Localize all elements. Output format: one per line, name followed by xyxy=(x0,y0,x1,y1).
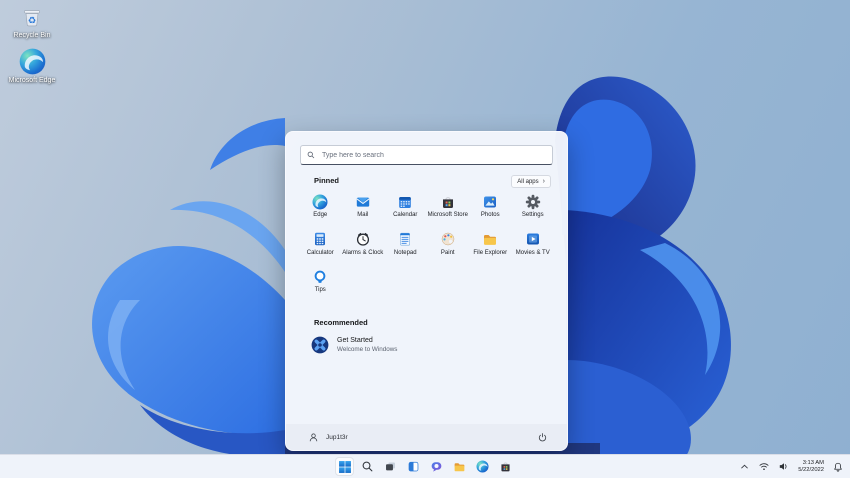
pinned-app-label: Microsoft Store xyxy=(427,212,468,218)
taskbar-center-icons xyxy=(335,455,515,478)
mail-icon xyxy=(355,193,371,210)
power-button[interactable] xyxy=(534,429,551,446)
speaker-icon xyxy=(780,463,787,470)
notepad-icon xyxy=(397,231,413,248)
search-icon xyxy=(362,461,373,472)
pinned-app-label: Calculator xyxy=(306,249,334,256)
recommended-heading: Recommended xyxy=(314,318,368,327)
recycle-bin-icon: ♻ xyxy=(20,6,44,30)
get-started-icon xyxy=(311,336,329,354)
start-button[interactable] xyxy=(335,457,354,476)
store-icon xyxy=(501,462,510,472)
pinned-app-label: File Explorer xyxy=(473,249,508,256)
power-icon xyxy=(538,432,547,441)
photos-icon xyxy=(482,193,498,210)
pinned-app-label: Alarms & Clock xyxy=(342,249,384,256)
tray-overflow-button[interactable] xyxy=(736,457,753,476)
widgets-icon xyxy=(408,461,419,472)
volume-button[interactable] xyxy=(775,457,793,476)
wifi-icon xyxy=(759,463,769,471)
chat-button[interactable] xyxy=(427,457,446,476)
file-explorer-button[interactable] xyxy=(450,457,469,476)
edge-button[interactable] xyxy=(473,457,492,476)
desktop: ♻ Recycle Bin Microsoft Edge Type here t… xyxy=(0,0,850,478)
pinned-app-file-explorer[interactable]: File Explorer xyxy=(469,228,512,266)
pinned-app-tips[interactable]: Tips xyxy=(299,265,342,303)
pinned-heading: Pinned xyxy=(314,176,340,185)
pinned-app-movies-tv[interactable]: Movies & TV xyxy=(512,228,555,266)
system-tray: 3:13 AM 5/22/2022 xyxy=(736,455,847,478)
pinned-app-settings[interactable]: Settings xyxy=(512,190,555,228)
task-view-icon xyxy=(386,462,395,471)
pinned-app-alarms-clock[interactable]: Alarms & Clock xyxy=(342,228,385,266)
pinned-app-mail[interactable]: Mail xyxy=(342,190,385,228)
taskbar: 3:13 AM 5/22/2022 xyxy=(0,454,850,478)
calculator-icon xyxy=(312,231,328,248)
recommended-item-title: Get Started xyxy=(337,337,373,345)
pinned-app-label: Notepad xyxy=(393,249,417,256)
movies-tv-icon xyxy=(525,231,541,248)
search-icon xyxy=(307,151,315,159)
recommended-item-get-started[interactable]: Get Started Welcome to Windows xyxy=(308,332,511,358)
clock-icon xyxy=(355,231,371,248)
microsoft-store-button[interactable] xyxy=(496,457,515,476)
pinned-app-label: Calendar xyxy=(393,212,418,218)
lightbulb-icon xyxy=(312,268,328,285)
all-apps-button[interactable]: All apps › xyxy=(511,175,551,188)
windows-start-icon xyxy=(338,460,351,473)
desktop-icon-label: Recycle Bin xyxy=(13,32,51,39)
pinned-app-calendar[interactable]: Calendar xyxy=(384,190,427,228)
user-avatar-icon xyxy=(308,432,319,443)
pinned-app-label: Paint xyxy=(440,249,455,256)
pinned-app-paint[interactable]: Paint xyxy=(427,228,470,266)
user-name: Jup1t3r xyxy=(326,433,348,441)
pinned-app-label: Edge xyxy=(313,212,328,218)
task-view-button[interactable] xyxy=(381,457,400,476)
desktop-icon-label: Microsoft Edge xyxy=(8,77,56,84)
pinned-app-edge[interactable]: Edge xyxy=(299,190,342,228)
taskbar-search-button[interactable] xyxy=(358,457,377,476)
chevron-up-icon xyxy=(741,464,749,469)
desktop-icon-microsoft-edge[interactable]: Microsoft Edge xyxy=(2,48,62,85)
tray-time: 3:13 AM xyxy=(802,459,824,466)
user-account-button[interactable]: Jup1t3r xyxy=(302,429,354,446)
pinned-app-label: Photos xyxy=(480,212,500,218)
desktop-icon-recycle-bin[interactable]: ♻ Recycle Bin xyxy=(2,6,62,40)
start-menu-footer: Jup1t3r xyxy=(286,424,567,450)
search-input[interactable] xyxy=(320,150,546,160)
edge-icon xyxy=(19,48,46,75)
widgets-button[interactable] xyxy=(404,457,423,476)
tray-date: 5/22/2022 xyxy=(798,466,824,473)
pinned-apps-grid: Edge Mail Calendar Microsoft Store Photo… xyxy=(299,190,554,303)
edge-icon xyxy=(312,193,328,210)
chevron-right-icon: › xyxy=(542,178,545,185)
edge-icon xyxy=(476,460,489,473)
all-apps-label: All apps xyxy=(517,178,539,185)
pinned-app-calculator[interactable]: Calculator xyxy=(299,228,342,266)
recommended-item-subtitle: Welcome to Windows xyxy=(337,345,398,353)
pinned-app-label: Mail xyxy=(357,212,369,218)
pinned-app-label: Tips xyxy=(314,287,326,293)
wifi-button[interactable] xyxy=(755,457,773,476)
notification-center-button[interactable] xyxy=(829,457,847,476)
pinned-app-label: Movies & TV xyxy=(515,249,550,256)
start-search-box[interactable] xyxy=(300,145,553,165)
folder-icon xyxy=(454,463,465,472)
svg-text:♻: ♻ xyxy=(28,15,37,26)
clock-button[interactable]: 3:13 AM 5/22/2022 xyxy=(795,457,827,476)
pinned-app-microsoft-store[interactable]: Microsoft Store xyxy=(427,190,470,228)
notification-bell-icon xyxy=(834,462,842,472)
pinned-app-notepad[interactable]: Notepad xyxy=(384,228,427,266)
gear-icon xyxy=(525,193,541,210)
chat-icon xyxy=(431,462,442,472)
pinned-app-photos[interactable]: Photos xyxy=(469,190,512,228)
calendar-icon xyxy=(397,193,413,210)
folder-icon xyxy=(482,231,498,248)
store-icon xyxy=(440,193,456,210)
pinned-app-label: Settings xyxy=(521,212,544,218)
paint-palette-icon xyxy=(440,231,456,248)
start-menu: Pinned All apps › Edge xyxy=(285,131,568,451)
